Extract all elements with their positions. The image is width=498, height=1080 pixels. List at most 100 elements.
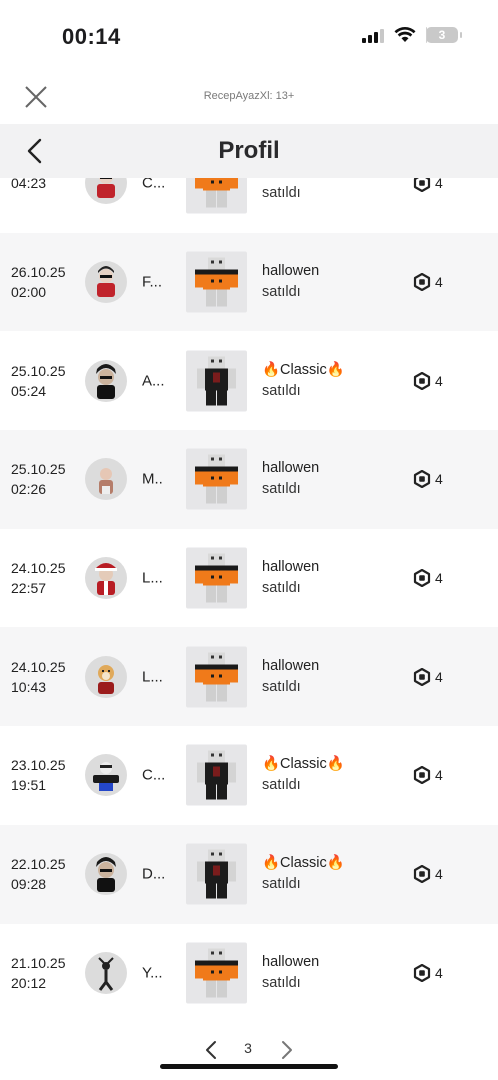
status-bar: 00:14 3: [0, 0, 498, 70]
transaction-date: 24.10.25: [11, 560, 66, 577]
avatar-doge-icon: [98, 664, 114, 694]
avatar-santa-icon: [95, 563, 117, 596]
transaction-time: 22:57: [11, 580, 47, 597]
transaction-row[interactable]: 21.10.25 20:12 Y... hallowen satıldı 4: [0, 924, 498, 1023]
hallowen-shirt-icon: [195, 257, 238, 307]
transaction-row[interactable]: 24.10.25 22:57 L... hallowen satıldı 4: [0, 529, 498, 628]
account-label: RecepAyazXl: 13+: [203, 90, 295, 102]
robux-icon: [413, 865, 431, 884]
transaction-datetime: 22.10.25 09:28: [11, 854, 81, 894]
buyer-avatar[interactable]: [85, 178, 127, 205]
robux-icon: [413, 371, 431, 390]
price: 4: [413, 865, 443, 884]
buyer-avatar[interactable]: [85, 951, 127, 994]
transaction-datetime: 23.10.25 19:51: [11, 755, 81, 795]
robux-icon: [413, 963, 431, 982]
item-thumbnail[interactable]: [186, 843, 247, 905]
hallowen-shirt-icon: [195, 178, 238, 208]
current-page-number: 3: [244, 1040, 252, 1056]
price: 4: [413, 766, 443, 785]
buyer-avatar[interactable]: [85, 359, 127, 402]
buyer-name[interactable]: L...: [142, 570, 163, 587]
transaction-row[interactable]: 04:23 C... hallowensatıldı 4: [0, 178, 498, 233]
item-thumbnail[interactable]: [186, 942, 247, 1004]
transaction-row[interactable]: 23.10.25 19:51 C... 🔥Classic🔥 satıldı 4: [0, 726, 498, 825]
item-thumbnail[interactable]: [186, 547, 247, 609]
transaction-datetime: 24.10.25 22:57: [11, 558, 81, 598]
price-amount: 4: [435, 471, 443, 488]
buyer-name[interactable]: D...: [142, 866, 165, 883]
item-name: 🔥Classic🔥: [262, 361, 345, 378]
transaction-time: 05:24: [11, 382, 47, 399]
buyer-name[interactable]: F...: [142, 274, 162, 291]
buyer-avatar[interactable]: [85, 458, 127, 501]
item-info: hallowensatıldı: [262, 178, 319, 204]
buyer-avatar[interactable]: [85, 557, 127, 600]
status-time: 00:14: [62, 24, 121, 49]
robux-icon: [413, 569, 431, 588]
price-amount: 4: [435, 372, 443, 389]
transaction-time: 10:43: [11, 678, 47, 695]
robux-icon: [413, 667, 431, 686]
avatar-dark-icon: [96, 857, 116, 893]
transaction-row[interactable]: 24.10.25 10:43 L... hallowen satıldı 4: [0, 627, 498, 727]
page-title: Profil: [218, 137, 280, 164]
pagination: 3: [0, 1036, 498, 1064]
transaction-date: 25.10.25: [11, 362, 66, 379]
wifi-icon: [394, 27, 416, 42]
transaction-date: 24.10.25: [11, 658, 66, 675]
buyer-name[interactable]: C...: [142, 178, 165, 192]
hallowen-shirt-icon: [195, 652, 238, 702]
transaction-row[interactable]: 26.10.25 02:00 F... hallowen satıldı 4: [0, 232, 498, 332]
item-thumbnail[interactable]: [186, 178, 247, 214]
transaction-time: 02:26: [11, 481, 47, 498]
item-thumbnail[interactable]: [186, 646, 247, 708]
item-thumbnail[interactable]: [186, 350, 247, 412]
buyer-name[interactable]: C...: [142, 767, 165, 784]
buyer-name[interactable]: L...: [142, 668, 163, 685]
price-amount: 4: [435, 178, 443, 192]
item-name: hallowen: [262, 953, 320, 970]
price: 4: [413, 667, 443, 686]
price-amount: 4: [435, 866, 443, 883]
hallowen-shirt-icon: [195, 553, 238, 603]
item-name: hallowen: [262, 460, 320, 477]
transaction-time: 04:23: [11, 178, 47, 192]
item-status: satıldı: [262, 974, 301, 991]
item-status: satıldı: [262, 185, 301, 202]
status-icons: 3: [362, 27, 462, 43]
transaction-row[interactable]: 22.10.25 09:28 D... 🔥Classic🔥 satıldı 4: [0, 824, 498, 924]
buyer-avatar[interactable]: [85, 853, 127, 896]
buyer-avatar[interactable]: [85, 655, 127, 698]
transaction-row[interactable]: 25.10.25 05:24 A... 🔥Classic🔥 satıldı 4: [0, 331, 498, 430]
buyer-name[interactable]: M..: [142, 471, 163, 488]
item-name: 🔥Classic🔥: [262, 756, 345, 773]
classic-shirt-icon: [197, 849, 236, 899]
top-header: RecepAyazXl: 13+: [0, 70, 498, 124]
battery-text: 3: [438, 28, 446, 42]
transactions-list[interactable]: 04:23C...hallowensatıldı426.10.2502:00F.…: [0, 178, 498, 1028]
robux-icon: [413, 470, 431, 489]
buyer-name[interactable]: A...: [142, 372, 165, 389]
buyer-avatar[interactable]: [85, 754, 127, 797]
buyer-avatar[interactable]: [85, 261, 127, 304]
item-name: hallowen: [262, 559, 320, 576]
price-amount: 4: [435, 964, 443, 981]
home-indicator: [160, 1064, 338, 1069]
item-thumbnail[interactable]: [186, 448, 247, 510]
item-info: hallowen satıldı: [262, 952, 319, 994]
item-status: satıldı: [262, 876, 301, 893]
previous-page-icon[interactable]: [204, 1040, 218, 1060]
item-info: hallowensatıldı: [262, 557, 319, 599]
item-status: satıldı: [262, 678, 301, 695]
avatar-stick-icon: [98, 957, 114, 991]
item-thumbnail[interactable]: [186, 744, 247, 806]
transaction-row[interactable]: 25.10.25 02:26 M.. hallowen satıldı 4: [0, 430, 498, 529]
battery-icon: 3: [426, 27, 462, 43]
item-info: hallowensatıldı: [262, 261, 319, 303]
transaction-datetime: 25.10.25 05:24: [11, 361, 81, 401]
next-page-icon[interactable]: [280, 1040, 294, 1060]
transaction-datetime: 26.10.25 02:00: [11, 262, 81, 302]
buyer-name[interactable]: Y...: [142, 964, 163, 981]
item-thumbnail[interactable]: [186, 251, 247, 313]
